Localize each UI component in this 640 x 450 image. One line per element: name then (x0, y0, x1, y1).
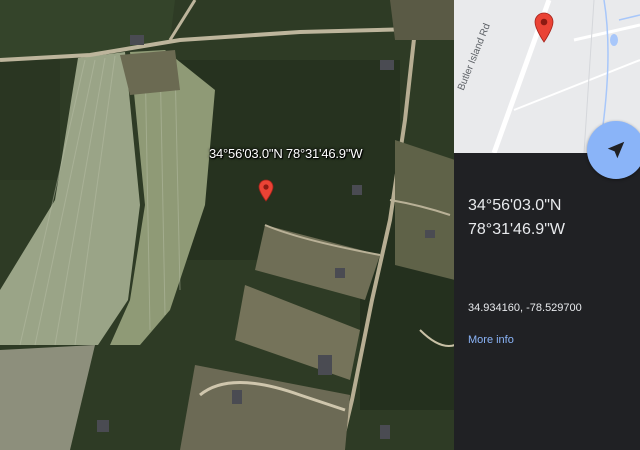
navigation-arrow-icon (607, 141, 625, 159)
more-info-link[interactable]: More info (468, 334, 514, 346)
longitude-dms: 78°31'46.9"W (468, 221, 565, 238)
location-info-panel: Butler Island Rd 34°56'03.0"N 78°31'46.9… (454, 0, 640, 450)
directions-button[interactable] (587, 121, 640, 179)
mini-map-pin-icon (534, 12, 554, 43)
latitude-dms: 34°56'03.0"N (468, 197, 562, 214)
map-coordinate-label: 34°56'03.0"N 78°31'46.9"W (209, 146, 363, 161)
map-pin-icon[interactable] (258, 179, 274, 209)
dms-coordinates: 34°56'03.0"N 78°31'46.9"W (468, 194, 588, 242)
decimal-coordinates[interactable]: 34.934160, -78.529700 (468, 302, 582, 314)
